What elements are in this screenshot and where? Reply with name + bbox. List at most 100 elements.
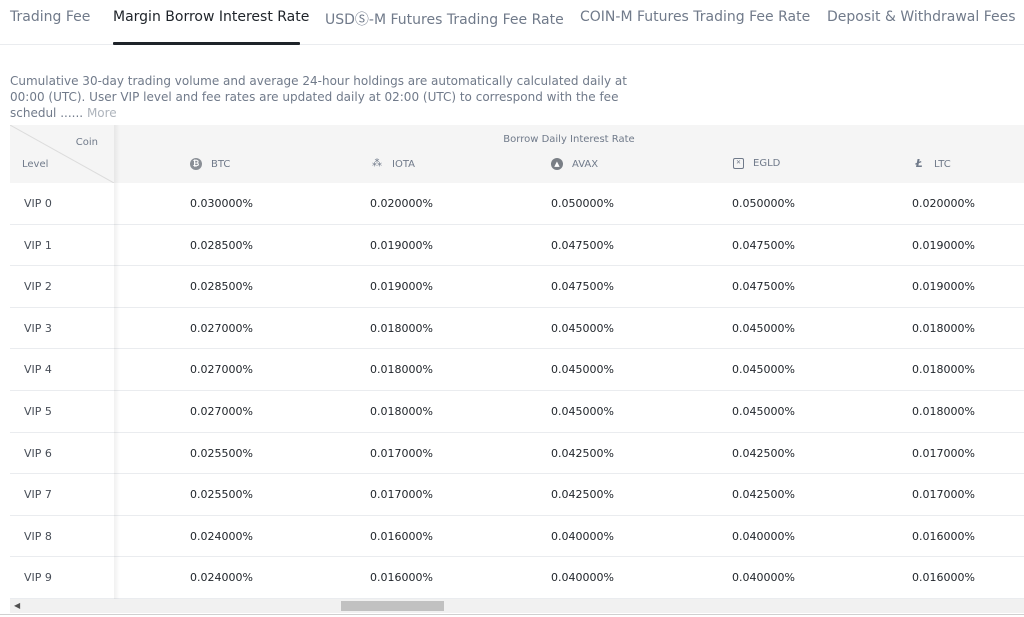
- rate-cell-ltc: 0.016000%: [912, 529, 975, 543]
- rate-cell-avax: 0.040000%: [551, 529, 614, 543]
- rate-cell-btc: 0.028500%: [190, 238, 253, 252]
- table-row: VIP 5 0.027000% 0.018000% 0.045000% 0.045000…: [10, 391, 1024, 433]
- coin-name: LTC: [934, 158, 951, 170]
- rate-cell-btc: 0.027000%: [190, 405, 253, 418]
- rate-cell-avax: 0.047500%: [551, 238, 614, 252]
- rate-cell-btc: 0.028500%: [190, 280, 253, 294]
- avax-icon: ▲: [551, 158, 563, 170]
- rate-cell-ltc: 0.019000%: [912, 280, 975, 294]
- rate-cell-egld: 0.047500%: [732, 280, 795, 294]
- table-header: Coin Level Borrow Daily Interest Rate ₿ …: [10, 125, 1024, 183]
- rate-cell-egld: 0.042500%: [732, 488, 795, 502]
- tab-margin-borrow-interest-rate[interactable]: Margin Borrow Interest Rate: [113, 9, 309, 25]
- rate-cell-avax: 0.050000%: [551, 197, 614, 210]
- coin-header-btc: ₿ BTC: [190, 158, 230, 170]
- rate-cell-ltc: 0.020000%: [912, 197, 975, 210]
- coin-name: BTC: [211, 158, 231, 170]
- rate-cell-egld: 0.040000%: [732, 571, 795, 585]
- corner-level-label: Level: [22, 159, 49, 170]
- coin-name: AVAX: [572, 158, 599, 170]
- tab-bar: Trading Fee Margin Borrow Interest Rate …: [0, 0, 1024, 45]
- rate-cell-avax: 0.042500%: [551, 446, 614, 460]
- table-row: VIP 9 0.024000% 0.016000% 0.040000% 0.040000…: [10, 557, 1024, 599]
- rate-cell-avax: 0.045000%: [551, 321, 614, 335]
- table-row: VIP 7 0.025500% 0.017000% 0.042500% 0.042500…: [10, 474, 1024, 516]
- rate-cell-btc: 0.024000%: [190, 529, 253, 543]
- rate-cell-avax: 0.045000%: [551, 363, 614, 377]
- vip-level-cell: VIP 7: [24, 488, 52, 502]
- rate-cell-egld: 0.045000%: [732, 405, 795, 418]
- rate-cell-btc: 0.025500%: [190, 488, 253, 502]
- rate-cell-iota: 0.016000%: [370, 571, 433, 585]
- rate-cell-ltc: 0.016000%: [912, 571, 975, 585]
- egld-icon: ✕: [733, 158, 744, 169]
- rate-cell-ltc: 0.017000%: [912, 488, 975, 502]
- iota-icon: ⁂: [372, 158, 382, 169]
- rate-cell-egld: 0.047500%: [732, 238, 795, 252]
- horizontal-scrollbar[interactable]: ◀: [10, 599, 1024, 613]
- vip-level-cell: VIP 1: [24, 238, 52, 252]
- borrow-daily-interest-rate-title: Borrow Daily Interest Rate: [503, 134, 635, 145]
- table-row: VIP 4 0.027000% 0.018000% 0.045000% 0.045000…: [10, 349, 1024, 391]
- rate-cell-ltc: 0.019000%: [912, 238, 975, 252]
- rate-cell-btc: 0.030000%: [190, 197, 253, 210]
- rate-cell-iota: 0.018000%: [370, 405, 433, 418]
- bottom-divider: [0, 614, 1024, 615]
- rate-cell-iota: 0.019000%: [370, 280, 433, 294]
- rate-cell-iota: 0.017000%: [370, 488, 433, 502]
- vip-level-cell: VIP 2: [24, 280, 52, 294]
- scrollbar-thumb[interactable]: [341, 601, 444, 611]
- table-corner-cell: Coin Level: [10, 125, 114, 183]
- coin-header-ltc: Ł LTC: [913, 157, 951, 170]
- rate-cell-iota: 0.016000%: [370, 529, 433, 543]
- rate-cell-avax: 0.047500%: [551, 280, 614, 294]
- vip-level-cell: VIP 5: [24, 405, 52, 418]
- table-row: VIP 6 0.025500% 0.017000% 0.042500% 0.042500…: [10, 433, 1024, 475]
- fee-schedule-description: Cumulative 30-day trading volume and ave…: [10, 73, 650, 121]
- rate-cell-avax: 0.040000%: [551, 571, 614, 585]
- coin-header-egld: ✕ EGLD: [733, 158, 780, 169]
- coin-name: IOTA: [392, 158, 415, 170]
- rate-cell-btc: 0.027000%: [190, 321, 253, 335]
- rate-cell-iota: 0.018000%: [370, 363, 433, 377]
- rate-cell-ltc: 0.018000%: [912, 363, 975, 377]
- rate-cell-egld: 0.042500%: [732, 446, 795, 460]
- vip-level-cell: VIP 9: [24, 571, 52, 585]
- corner-coin-label: Coin: [75, 137, 98, 148]
- rate-cell-egld: 0.040000%: [732, 529, 795, 543]
- coin-name: EGLD: [753, 158, 781, 169]
- tab-deposit-withdrawal-fees[interactable]: Deposit & Withdrawal Fees: [827, 9, 1016, 25]
- rate-cell-btc: 0.025500%: [190, 446, 253, 460]
- vip-level-cell: VIP 0: [24, 197, 52, 210]
- table-row: VIP 1 0.028500% 0.019000% 0.047500% 0.047500…: [10, 225, 1024, 267]
- vip-level-cell: VIP 4: [24, 363, 52, 377]
- rate-cell-ltc: 0.018000%: [912, 405, 975, 418]
- tab-trading-fee[interactable]: Trading Fee: [10, 9, 90, 25]
- coin-header-iota: ⁂ IOTA: [371, 158, 415, 170]
- rate-cell-egld: 0.045000%: [732, 321, 795, 335]
- vip-level-cell: VIP 8: [24, 529, 52, 543]
- btc-icon: ₿: [190, 158, 202, 170]
- corner-diagonal-line: [10, 125, 114, 183]
- rate-cell-iota: 0.019000%: [370, 238, 433, 252]
- tab-coin-m-futures-trading-fee-rate[interactable]: COIN-M Futures Trading Fee Rate: [580, 9, 810, 25]
- rate-cell-iota: 0.020000%: [370, 197, 433, 210]
- rate-cell-egld: 0.050000%: [732, 197, 795, 210]
- rate-cell-iota: 0.017000%: [370, 446, 433, 460]
- table-row: VIP 8 0.024000% 0.016000% 0.040000% 0.040000…: [10, 516, 1024, 558]
- vip-level-cell: VIP 3: [24, 321, 52, 335]
- rate-cell-ltc: 0.018000%: [912, 321, 975, 335]
- tab-usds-m-futures-trading-fee-rate[interactable]: USDⓈ-M Futures Trading Fee Rate: [325, 9, 564, 29]
- active-tab-indicator: [113, 42, 300, 45]
- rate-cell-avax: 0.045000%: [551, 405, 614, 418]
- more-link[interactable]: More: [87, 106, 117, 120]
- scroll-left-arrow-icon[interactable]: ◀: [14, 601, 20, 610]
- rate-cell-avax: 0.042500%: [551, 488, 614, 502]
- rate-cell-iota: 0.018000%: [370, 321, 433, 335]
- table-row: VIP 3 0.027000% 0.018000% 0.045000% 0.045000…: [10, 308, 1024, 350]
- rate-cell-ltc: 0.017000%: [912, 446, 975, 460]
- table-row: VIP 2 0.028500% 0.019000% 0.047500% 0.047500…: [10, 266, 1024, 308]
- table-row: VIP 0 0.030000% 0.020000% 0.050000% 0.050000…: [10, 183, 1024, 225]
- ltc-icon: Ł: [915, 157, 923, 170]
- rate-cell-egld: 0.045000%: [732, 363, 795, 377]
